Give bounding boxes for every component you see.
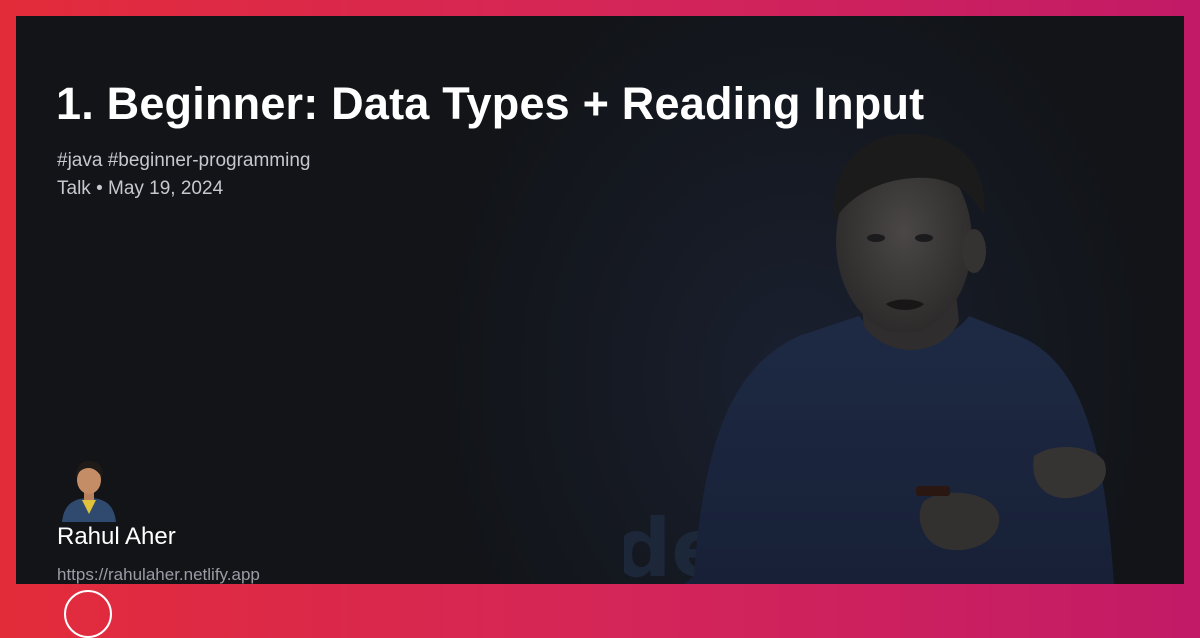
author-url[interactable]: https://rahulaher.netlify.app: [57, 565, 260, 584]
post-meta: Talk • May 19, 2024: [57, 178, 224, 199]
post-tags: #java #beginner-programming: [57, 150, 311, 171]
social-card: deluchter 1. Beginner: Data Types + Read…: [16, 16, 1184, 584]
author-avatar-icon: [62, 460, 116, 522]
author-name: Rahul Aher: [57, 523, 176, 550]
site-logo-icon: [64, 590, 112, 638]
post-title: 1. Beginner: Data Types + Reading Input: [56, 78, 925, 129]
